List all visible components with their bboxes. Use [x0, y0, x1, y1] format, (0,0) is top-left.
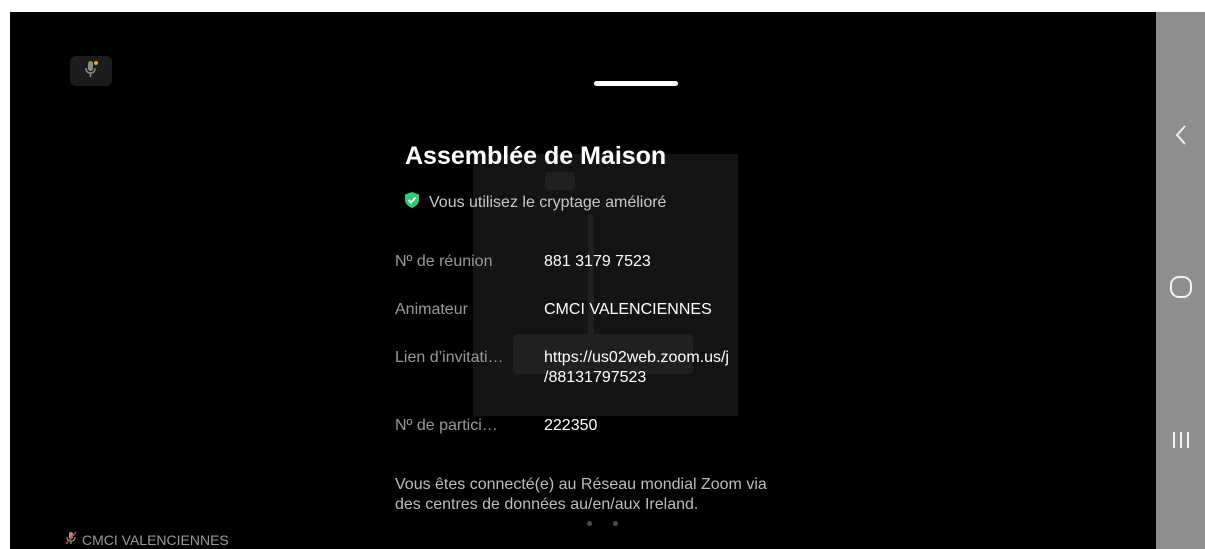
shield-check-icon: [405, 192, 419, 213]
page-indicator: [587, 521, 618, 526]
mic-status-button[interactable]: [70, 56, 112, 86]
network-note: Vous êtes connecté(e) au Réseau mondial …: [395, 475, 865, 515]
dim-overlay: [10, 12, 1156, 549]
participant-id-label: Nº de partici…: [395, 417, 498, 434]
participant-id-value: 222350: [544, 417, 598, 434]
network-note-line2: des centres de données au/en/aux Ireland…: [395, 496, 699, 513]
home-icon: [1169, 275, 1193, 304]
encryption-status: Vous utilisez le cryptage amélioré: [405, 192, 666, 213]
host-row: Animateur CMCI VALENCIENNES: [395, 300, 865, 320]
meeting-screen: Assemblée de Maison Vous utilisez le cry…: [10, 12, 1156, 549]
meeting-title: Assemblée de Maison: [405, 142, 667, 170]
recents-icon: [1171, 430, 1191, 455]
invite-link-label: Lien d’invitati…: [395, 349, 504, 366]
home-button[interactable]: [1156, 272, 1205, 306]
network-note-line1: Vous êtes connecté(e) au Réseau mondial …: [395, 476, 767, 493]
back-button[interactable]: [1156, 120, 1205, 154]
invite-link-line2: /88131797523: [544, 369, 647, 386]
system-nav-bar: [1156, 12, 1205, 549]
host-label: Animateur: [395, 301, 468, 318]
meeting-id-value: 881 3179 7523: [544, 253, 651, 270]
back-chevron-icon: [1174, 124, 1188, 151]
mic-muted-icon: [65, 531, 77, 548]
page-dot: [613, 521, 618, 526]
invite-link-line1: https://us02web.zoom.us/j: [544, 349, 729, 366]
mic-icon: [84, 60, 98, 83]
encryption-text: Vous utilisez le cryptage amélioré: [429, 193, 667, 211]
invite-link-value[interactable]: https://us02web.zoom.us/j /88131797523: [544, 348, 729, 388]
participant-id-row: Nº de partici… 222350: [395, 416, 865, 436]
meeting-id-label: Nº de réunion: [395, 253, 493, 270]
participant-name: CMCI VALENCIENNES: [82, 531, 229, 548]
sheet-drag-handle[interactable]: [594, 81, 678, 86]
invite-link-row[interactable]: Lien d’invitati… https://us02web.zoom.us…: [395, 348, 865, 388]
recents-button[interactable]: [1156, 425, 1205, 459]
page-dot: [587, 521, 592, 526]
meeting-id-row: Nº de réunion 881 3179 7523: [395, 252, 865, 272]
host-value: CMCI VALENCIENNES: [544, 301, 712, 318]
participant-name-tag: CMCI VALENCIENNES: [65, 531, 229, 548]
